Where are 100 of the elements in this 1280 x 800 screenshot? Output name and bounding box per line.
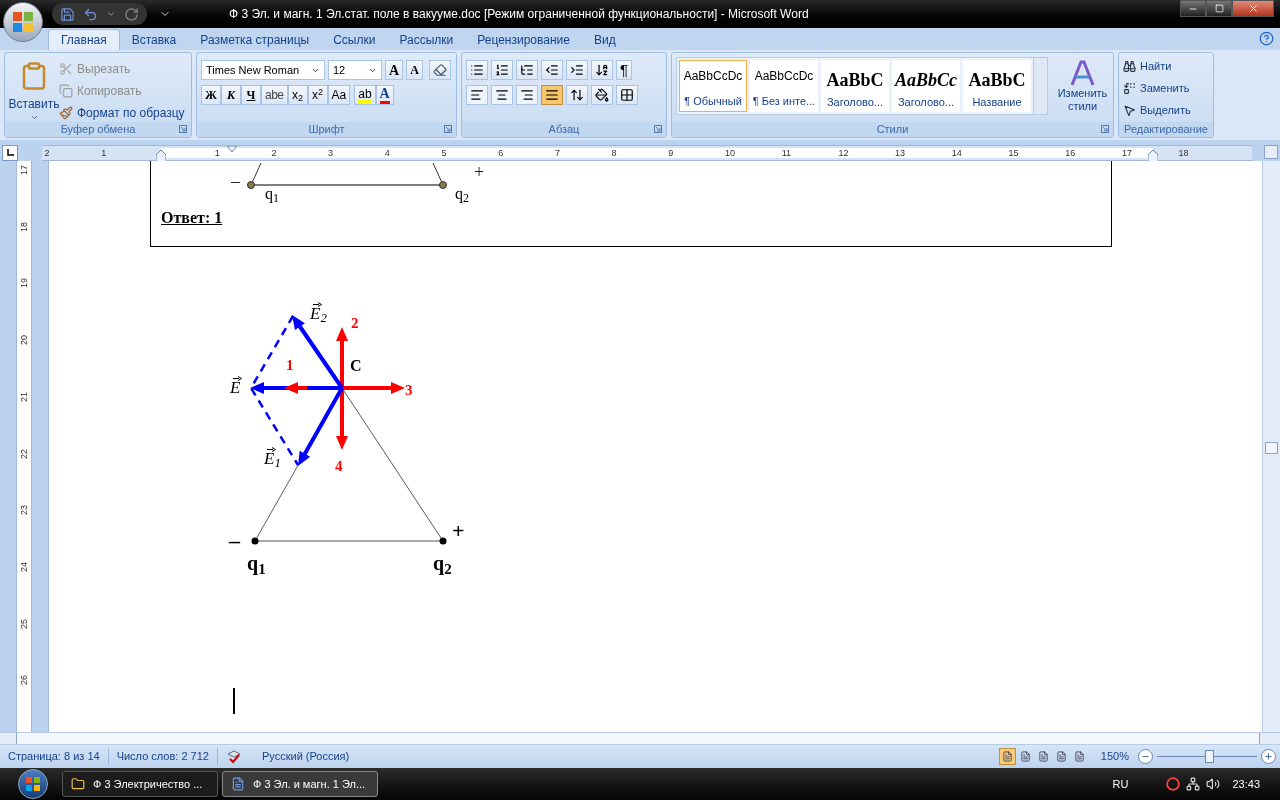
- align-button[interactable]: [516, 85, 538, 105]
- format-button[interactable]: К: [221, 85, 241, 105]
- page-count[interactable]: Страница: 8 из 14: [0, 748, 109, 765]
- restore-button[interactable]: [1206, 0, 1232, 17]
- dialog-launcher-icon[interactable]: [444, 125, 452, 133]
- ribbon-tab[interactable]: Рассылки: [387, 29, 466, 50]
- charge-label: q$_{1}$: [265, 186, 279, 202]
- group-title: Абзац: [548, 124, 580, 135]
- point-label: C: [350, 358, 362, 374]
- caret-icon[interactable]: [106, 9, 116, 19]
- clock[interactable]: 23:43: [1232, 775, 1260, 793]
- decrease-indent-button[interactable]: [541, 60, 563, 80]
- taskbar-button[interactable]: Ф 3 Электричество ...: [62, 771, 218, 797]
- line-spacing-button[interactable]: [566, 85, 588, 105]
- office-button[interactable]: [3, 2, 43, 42]
- help-icon[interactable]: [1259, 31, 1274, 46]
- zoom-thumb[interactable]: [1205, 750, 1214, 763]
- shading-button[interactable]: [591, 85, 613, 105]
- sort-button[interactable]: [591, 60, 613, 80]
- indent-marker-icon[interactable]: [156, 150, 166, 162]
- format-button[interactable]: x$_{2}$: [287, 85, 308, 105]
- align-icon: [520, 88, 534, 102]
- style-item[interactable]: AaBbCc Заголово...: [892, 60, 960, 112]
- ruler-number: 3: [328, 147, 334, 159]
- first-line-indent-icon[interactable]: [227, 146, 237, 153]
- paste-button[interactable]: Вставить: [9, 57, 59, 122]
- input-language[interactable]: RU: [1112, 775, 1129, 793]
- increase-indent-button[interactable]: [566, 60, 588, 80]
- highlight-button[interactable]: ab: [354, 85, 376, 105]
- align-button[interactable]: [491, 85, 513, 105]
- pilcrow-button[interactable]: ¶: [616, 60, 633, 80]
- network-icon[interactable]: [1186, 777, 1201, 791]
- ring-icon[interactable]: [1166, 777, 1181, 791]
- borders-button[interactable]: [616, 85, 638, 105]
- language-indicator[interactable]: Русский (Россия): [249, 748, 362, 765]
- start-button[interactable]: [18, 769, 48, 799]
- tab-selector[interactable]: [2, 145, 18, 161]
- format-button[interactable]: Aa: [327, 85, 351, 105]
- clipboard-action[interactable]: Формат по образцу: [59, 103, 185, 122]
- zoom-in-button[interactable]: [1261, 749, 1276, 764]
- tab-stop-icon: [6, 149, 14, 157]
- grow-font-button[interactable]: A: [385, 60, 404, 80]
- format-button[interactable]: x$^{2}$: [307, 85, 328, 105]
- style-item[interactable]: AaBbCcDc ¶ Обычный: [679, 60, 747, 112]
- dialog-launcher-icon[interactable]: [1101, 125, 1109, 133]
- font-size-field[interactable]: 12: [328, 60, 382, 80]
- charge-label: q$_{2}$: [433, 553, 452, 573]
- spellcheck-icon[interactable]: [225, 749, 242, 764]
- style-item[interactable]: AaBbC Название: [963, 60, 1031, 112]
- ribbon-tab[interactable]: Вид: [581, 29, 628, 50]
- format-button[interactable]: abe: [261, 85, 288, 105]
- shrink-font-button[interactable]: A: [406, 60, 423, 80]
- align-button[interactable]: [541, 85, 563, 105]
- scroll-thumb[interactable]: [16, 733, 1260, 744]
- view-ruler-button[interactable]: [1264, 145, 1278, 159]
- style-item[interactable]: AaBbC Заголово...: [821, 60, 889, 112]
- ribbon-tab[interactable]: Главная: [48, 29, 120, 50]
- vertical-scrollbar[interactable]: [1262, 161, 1280, 732]
- page-view-icon: [1019, 751, 1031, 762]
- redo-icon[interactable]: [124, 6, 139, 22]
- close-button[interactable]: [1232, 0, 1274, 17]
- direction-number: 4: [335, 459, 343, 474]
- numbering-button[interactable]: [491, 60, 513, 80]
- dialog-launcher-icon[interactable]: [179, 125, 187, 133]
- editing-action[interactable]: Найти: [1123, 57, 1191, 76]
- view-button[interactable]: [998, 748, 1016, 765]
- ribbon-tab[interactable]: Рецензирование: [465, 29, 582, 50]
- scroll-thumb[interactable]: [1265, 442, 1278, 454]
- change-styles-button[interactable]: Изменить стили: [1056, 57, 1109, 122]
- multilevel-list-button[interactable]: [516, 60, 538, 80]
- caret-icon: [29, 113, 39, 122]
- taskbar-button[interactable]: Ф 3 Эл. и магн. 1 Эл...: [222, 771, 378, 797]
- font-name-field[interactable]: Times New Roman: [201, 60, 325, 80]
- word-count[interactable]: Число слов: 2 712: [108, 748, 218, 765]
- style-item[interactable]: AaBbCcDc ¶ Без инте...: [750, 60, 818, 112]
- ruler-number: 1: [101, 147, 107, 159]
- dialog-launcher-icon[interactable]: [654, 125, 662, 133]
- zoom-slider[interactable]: [1157, 749, 1257, 764]
- zoom-level[interactable]: 150%: [1100, 748, 1129, 765]
- zoom-out-button[interactable]: [1138, 749, 1153, 764]
- right-indent-icon[interactable]: [1148, 150, 1158, 162]
- horizontal-scrollbar[interactable]: [0, 732, 1280, 745]
- save-icon[interactable]: [60, 6, 75, 22]
- ribbon-tab[interactable]: Ссылки: [321, 29, 388, 50]
- speaker-icon[interactable]: [1206, 777, 1221, 791]
- paint-bucket-icon: [595, 88, 609, 102]
- numbered-list-icon: [495, 63, 509, 77]
- editing-action[interactable]: Заменить: [1123, 79, 1191, 98]
- format-button[interactable]: Ч: [241, 85, 261, 105]
- ribbon-tab[interactable]: Разметка страницы: [188, 29, 322, 50]
- minimize-button[interactable]: [1180, 0, 1206, 17]
- format-button[interactable]: Ж: [201, 85, 221, 105]
- editing-action[interactable]: Выделить: [1123, 101, 1191, 120]
- undo-icon[interactable]: [83, 6, 98, 22]
- ruler-number: 6: [498, 147, 504, 159]
- align-button[interactable]: [466, 85, 488, 105]
- bullets-button[interactable]: [466, 60, 488, 80]
- clear-format-button[interactable]: [428, 60, 451, 80]
- ribbon-tab[interactable]: Вставка: [119, 29, 189, 50]
- ruler-number: 13: [895, 147, 906, 159]
